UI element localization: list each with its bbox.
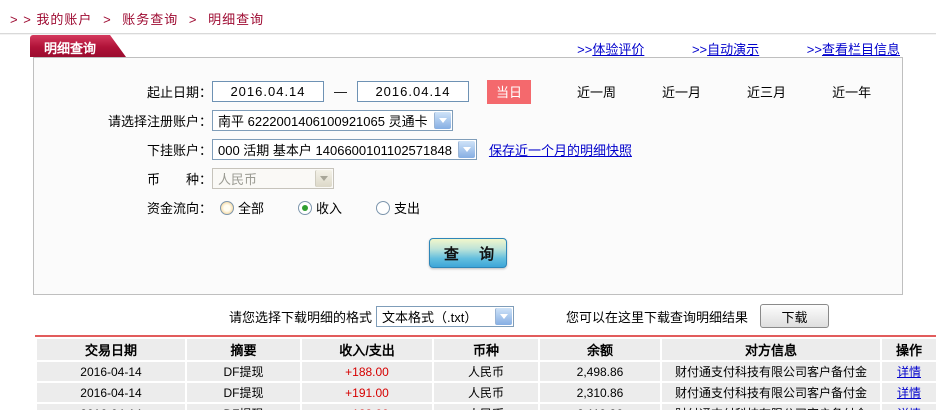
cell-summary: DF提现 [187, 383, 300, 402]
cell-counterparty: 财付通支付科技有限公司客户备付金 [662, 362, 880, 381]
fund-flow-row: 资金流向： 全部 收入 支出 [34, 194, 902, 221]
download-format-select[interactable]: 文本格式（.txt） [376, 305, 515, 327]
cell-balance: 2,119.86 [540, 404, 660, 410]
currency-select: 人民币 [212, 168, 334, 189]
breadcrumb: > > 我的账户 > 账务查询 > 明细查询 [0, 0, 936, 34]
cell-currency: 人民币 [434, 383, 538, 402]
date-range-label: 起止日期： [146, 85, 212, 100]
cell-summary: DF提现 [187, 404, 300, 410]
cell-currency: 人民币 [434, 362, 538, 381]
radio-icon [298, 200, 313, 215]
download-row: 请您选择下载明细的格式 文本格式（.txt） 您可以在这里下载查询明细结果 下载 [229, 304, 936, 328]
cell-date: 2016-04-14 [37, 404, 185, 410]
registered-account-label: 请选择注册账户： [107, 114, 212, 129]
col-header-action: 操作 [882, 339, 936, 360]
breadcrumb-separator: > [103, 12, 112, 27]
start-date-input[interactable] [212, 81, 324, 102]
detail-link[interactable]: 详情 [897, 386, 921, 400]
cell-counterparty: 财付通支付科技有限公司客户备付金 [662, 404, 880, 410]
registered-account-row: 请选择注册账户： 南平 6222001406100921065 灵通卡 [34, 107, 902, 134]
detail-link[interactable]: 详情 [897, 365, 921, 379]
registered-account-value: 南平 6222001406100921065 灵通卡 [218, 114, 428, 129]
sub-account-value: 000 活期 基本户 1406600101102571848 [218, 143, 452, 158]
tab-detail-query: 明细查询 [30, 35, 126, 57]
cell-counterparty: 财付通支付科技有限公司客户备付金 [662, 383, 880, 402]
experience-rating-link[interactable]: >>体验评价 [577, 42, 644, 57]
link-arrows: >> [691, 42, 708, 57]
col-header-balance: 余额 [540, 339, 660, 360]
date-separator: — [334, 84, 347, 99]
quick-range-quarter-link[interactable]: 近三月 [747, 82, 786, 101]
currency-row: 币 种： 人民币 [34, 165, 902, 192]
quick-range-year-link[interactable]: 近一年 [832, 82, 871, 101]
breadcrumb-item-my-account[interactable]: 我的账户 [36, 12, 92, 27]
breadcrumb-prefix: > > [10, 12, 32, 27]
cell-amount: +183.00 [302, 404, 432, 410]
chevron-down-icon [457, 141, 475, 158]
link-arrows: >> [577, 42, 593, 57]
radio-icon [220, 200, 234, 215]
query-button[interactable]: 查 询 [429, 238, 507, 268]
tab-bar: 明细查询 >>体验评价 >>自动演示 >>查看栏目信息 [0, 35, 936, 57]
date-range-row: 起止日期： — 当日 近一周 近一月 近三月 近一年 [34, 78, 902, 105]
cell-date: 2016-04-14 [37, 383, 185, 402]
download-button[interactable]: 下载 [760, 304, 830, 328]
breadcrumb-item-detail-query[interactable]: 明细查询 [208, 12, 264, 27]
chevron-down-icon [315, 170, 332, 187]
col-header-date: 交易日期 [37, 339, 185, 360]
table-row: 2016-04-14 DF提现 +188.00 人民币 2,498.86 财付通… [37, 362, 936, 381]
quick-range-month-link[interactable]: 近一月 [662, 82, 701, 101]
quick-range-week-link[interactable]: 近一周 [577, 82, 616, 101]
sub-account-select[interactable]: 000 活期 基本户 1406600101102571848 [212, 139, 477, 160]
radio-icon [376, 200, 391, 215]
breadcrumb-separator: > [188, 12, 198, 27]
cell-balance: 2,310.86 [540, 383, 660, 402]
currency-value: 人民币 [218, 172, 258, 187]
table-row: 2016-04-14 DF提现 +183.00 人民币 2,119.86 财付通… [37, 404, 936, 410]
cell-balance: 2,498.86 [540, 362, 660, 381]
download-hint: 您可以在这里下载查询明细结果 [566, 309, 749, 325]
fund-flow-label: 资金流向： [146, 201, 212, 216]
save-snapshot-link[interactable]: 保存近一个月的明细快照 [489, 140, 632, 159]
cell-amount: +188.00 [302, 362, 432, 381]
query-button-row: 查 询 [34, 238, 902, 268]
cell-currency: 人民币 [434, 404, 538, 410]
col-header-currency: 币种 [434, 339, 538, 360]
col-header-summary: 摘要 [187, 339, 300, 360]
col-header-amount: 收入/支出 [302, 339, 432, 360]
flow-radio-expense[interactable]: 支出 [376, 198, 420, 217]
end-date-input[interactable] [357, 81, 469, 102]
chevron-down-icon [495, 307, 513, 325]
cell-summary: DF提现 [187, 362, 300, 381]
transaction-table: 交易日期 摘要 收入/支出 币种 余额 对方信息 操作 2016-04-14 D… [35, 337, 936, 410]
sub-account-row: 下挂账户： 000 活期 基本户 1406600101102571848 保存近… [34, 136, 902, 163]
query-form-panel: 起止日期： — 当日 近一周 近一月 近三月 近一年 请选择注册账户： 南平 6… [33, 57, 903, 295]
quick-range-today-button[interactable]: 当日 [487, 79, 532, 104]
table-row: 2016-04-14 DF提现 +191.00 人民币 2,310.86 财付通… [37, 383, 936, 402]
column-info-link[interactable]: >>查看栏目信息 [807, 42, 900, 57]
currency-label: 币 种： [146, 172, 212, 187]
breadcrumb-item-account-query[interactable]: 账务查询 [122, 12, 178, 27]
col-header-counterparty: 对方信息 [662, 339, 880, 360]
flow-radio-income[interactable]: 收入 [298, 198, 342, 217]
download-format-label: 请您选择下载明细的格式 [229, 309, 373, 325]
cell-amount: +191.00 [302, 383, 432, 402]
auto-demo-link[interactable]: >>自动演示 [692, 42, 759, 57]
chevron-down-icon [433, 112, 451, 129]
table-header-row: 交易日期 摘要 收入/支出 币种 余额 对方信息 操作 [37, 339, 936, 360]
link-arrows: >> [806, 42, 822, 57]
registered-account-select[interactable]: 南平 6222001406100921065 灵通卡 [212, 110, 453, 131]
header-links: >>体验评价 >>自动演示 >>查看栏目信息 [533, 39, 900, 58]
flow-radio-all[interactable]: 全部 [220, 198, 264, 217]
cell-date: 2016-04-14 [37, 362, 185, 381]
download-format-value: 文本格式（.txt） [382, 309, 478, 325]
sub-account-label: 下挂账户： [146, 143, 212, 158]
